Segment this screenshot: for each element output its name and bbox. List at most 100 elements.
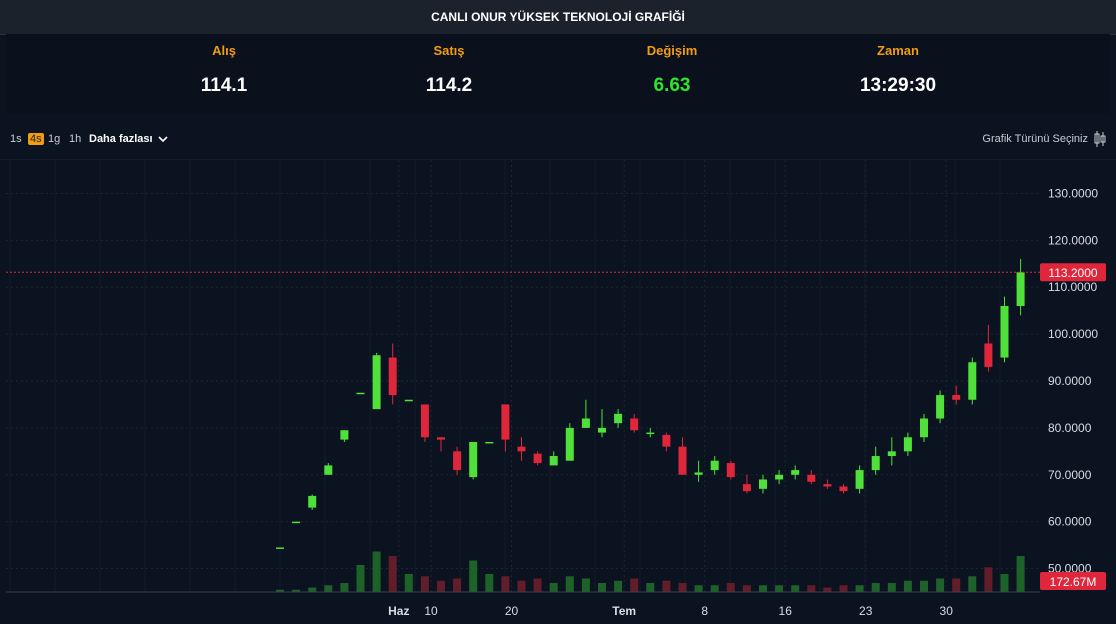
interval-4s-button[interactable]: 4s <box>28 133 44 145</box>
candle-body <box>453 451 462 471</box>
candle-body <box>662 434 671 447</box>
interval-1g-button[interactable]: 1g <box>48 133 60 145</box>
candle-body <box>694 472 703 475</box>
candle-body <box>903 437 912 452</box>
chart-type-label: Grafik Türünü Seçiniz <box>982 133 1088 145</box>
candlestick-icon <box>1094 131 1106 147</box>
chart-type-selector[interactable]: Grafik Türünü Seçiniz <box>982 130 1106 148</box>
candlestick-chart[interactable]: 130.0000 120.0000 110.0000 100.0000 90.0000 8… <box>0 160 1116 624</box>
candle-body <box>388 357 397 396</box>
candle-body <box>968 362 977 400</box>
candle-body <box>437 437 445 440</box>
candle-body <box>565 427 574 461</box>
volume-bar <box>404 574 413 592</box>
volume-label: 172.67M <box>1050 575 1097 589</box>
candle-body <box>356 392 365 395</box>
volume-bar <box>662 580 671 592</box>
x-tick-label: 20 <box>505 604 519 618</box>
candle-body <box>276 547 284 549</box>
x-tick-label: 30 <box>940 604 954 618</box>
candle-body <box>839 486 848 492</box>
candle-body <box>404 399 413 402</box>
volume-bar <box>678 583 687 592</box>
volume-bar <box>920 580 928 592</box>
volume-bar <box>952 578 961 592</box>
stat-change-label: Değişim <box>646 43 698 58</box>
interval-1h-button[interactable]: 1h <box>69 133 81 145</box>
volume-bar <box>823 587 832 592</box>
candle-body <box>952 395 961 400</box>
volume-bar <box>437 580 445 592</box>
candle-body <box>533 453 542 464</box>
x-tick-label: 23 <box>859 604 873 618</box>
candle-body <box>871 456 880 471</box>
candle-body <box>887 451 896 457</box>
chevron-down-icon <box>158 135 168 142</box>
candle-body <box>598 427 606 433</box>
candle-body <box>742 484 751 492</box>
candle-body <box>710 460 719 471</box>
x-tick-label: 16 <box>779 604 793 618</box>
y-tick-label: 60.0000 <box>1048 515 1092 529</box>
y-tick-label: 100.0000 <box>1048 327 1098 341</box>
y-tick-label: 110.0000 <box>1048 280 1097 294</box>
volume-bar <box>646 583 655 592</box>
candle-body <box>420 404 429 438</box>
candle-body <box>485 441 494 444</box>
more-intervals-label: Daha fazlası <box>89 133 153 145</box>
y-tick-label: 80.0000 <box>1048 421 1092 435</box>
candle-body <box>726 463 735 478</box>
volume-bar <box>1016 556 1025 592</box>
y-tick-label: 130.0000 <box>1048 186 1098 200</box>
y-tick-label: 120.0000 <box>1048 233 1098 247</box>
stat-ask-value: 114.2 <box>425 75 473 96</box>
candle-body <box>807 474 816 482</box>
quote-stats-panel: Alış 114.1 Satış 114.2 Değişim 6.63 Zama… <box>6 34 1110 114</box>
candle-body <box>372 355 381 410</box>
candle-body <box>308 495 317 508</box>
x-tick-label: Haz <box>388 604 409 618</box>
volume-bar <box>936 578 945 592</box>
volume-bar <box>549 583 558 592</box>
volume-bar <box>356 565 365 592</box>
chart-title: CANLI ONUR YÜKSEK TEKNOLOJİ GRAFİĞİ <box>431 10 685 24</box>
candle-body <box>936 395 945 419</box>
candle-body <box>646 432 655 435</box>
candle-body <box>469 441 478 478</box>
volume-bar <box>630 578 639 592</box>
candle-body <box>984 343 993 367</box>
interval-1s-button[interactable]: 1s <box>10 133 22 145</box>
candle-body <box>791 470 800 475</box>
chart-title-bar: CANLI ONUR YÜKSEK TEKNOLOJİ GRAFİĞİ <box>0 0 1116 35</box>
volume-bar <box>469 560 478 592</box>
candle-body <box>920 418 928 438</box>
volume-bar <box>533 578 542 592</box>
volume-bar <box>372 551 381 592</box>
more-intervals-dropdown[interactable]: Daha fazlası <box>89 133 168 145</box>
volume-bar <box>984 567 993 592</box>
x-tick-label: 10 <box>424 604 438 618</box>
candle-body <box>501 404 510 440</box>
volume-bar <box>742 585 751 592</box>
volume-bar <box>839 585 848 592</box>
volume-bar <box>517 580 526 592</box>
volume-bar <box>903 580 912 592</box>
stat-time-value: 13:29:30 <box>859 75 937 96</box>
candle-body <box>292 521 301 524</box>
candle-body <box>581 418 590 428</box>
volume-bar <box>775 585 784 592</box>
candle-body <box>775 474 784 480</box>
candle-body <box>759 479 767 489</box>
candle-body <box>630 418 639 431</box>
volume-bar <box>308 587 317 592</box>
candle-body <box>340 430 349 440</box>
volume-bar <box>485 574 494 592</box>
stat-change-value: 6.63 <box>653 75 691 96</box>
candle-body <box>1016 272 1025 306</box>
volume-bar <box>807 585 816 592</box>
candle-body <box>678 446 687 475</box>
volume-bar <box>581 578 590 592</box>
volume-bar <box>420 576 429 592</box>
volume-bar <box>1000 574 1009 592</box>
volume-bar <box>855 585 864 592</box>
